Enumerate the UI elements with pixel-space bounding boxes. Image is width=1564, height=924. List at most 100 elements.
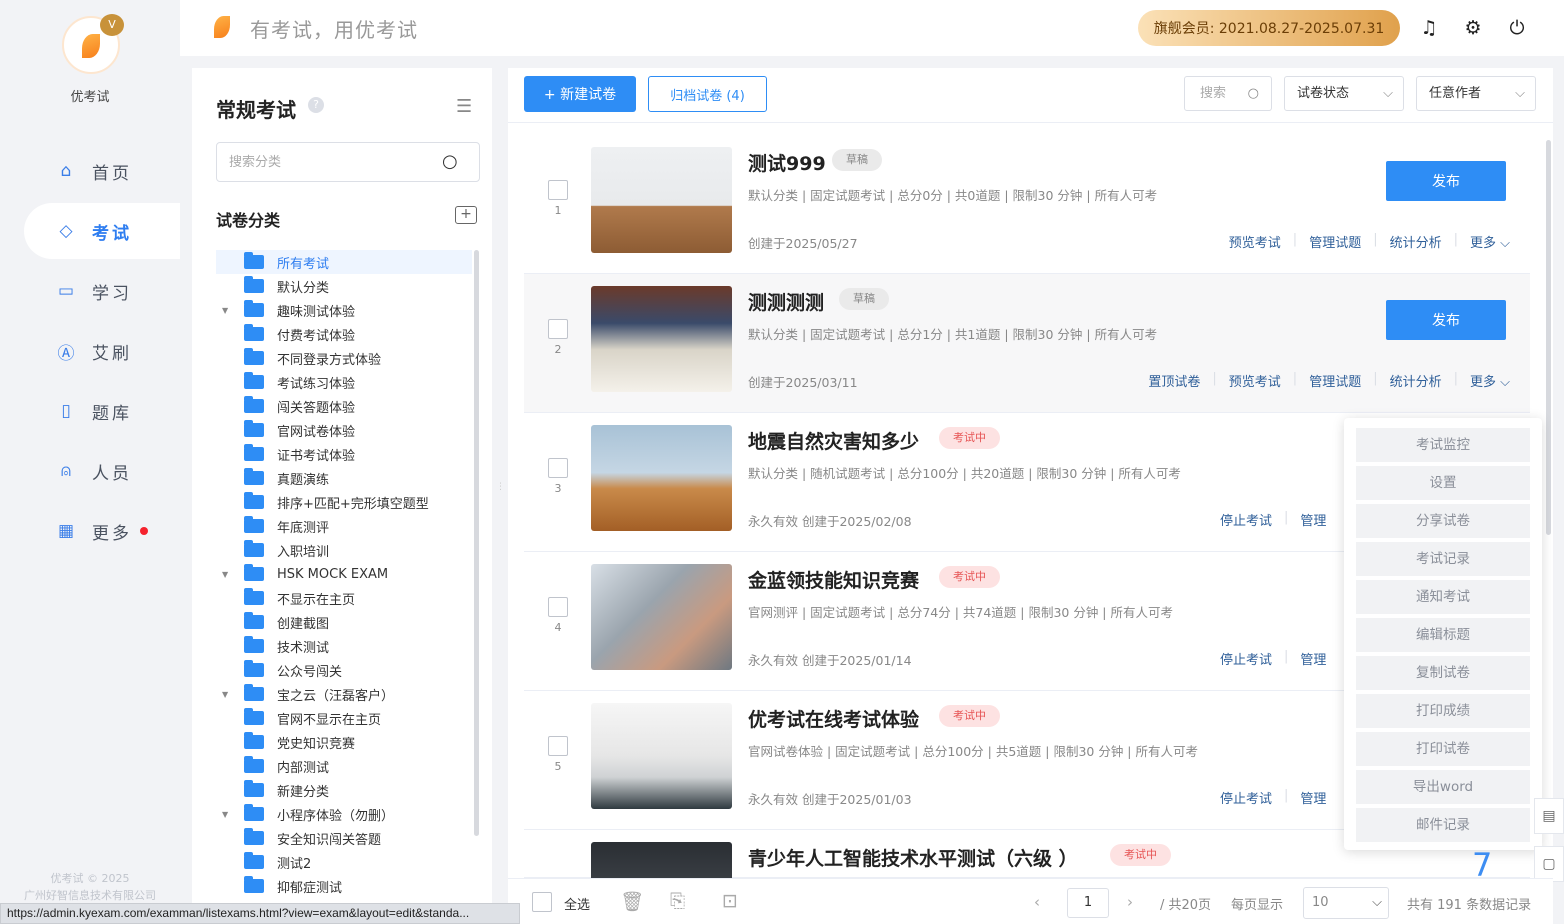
menu-item[interactable]: 打印成绩 xyxy=(1356,694,1530,728)
menu-item[interactable]: 邮件记录 xyxy=(1356,808,1530,842)
tree-item[interactable]: 默认分类 xyxy=(216,274,472,298)
archive-icon[interactable]: ⊡ xyxy=(722,890,738,912)
chat-icon[interactable]: ▢ xyxy=(1534,846,1564,882)
per-page-select[interactable]: 10 ⌵ xyxy=(1303,887,1389,919)
row-action-link[interactable]: 置顶试卷 xyxy=(1148,371,1200,390)
exam-title[interactable]: 优考试在线考试体验 xyxy=(748,705,919,732)
row-action-link[interactable]: 预览考试 xyxy=(1229,371,1281,390)
tree-item[interactable]: 真题演练 xyxy=(216,466,472,490)
tree-item[interactable]: 不同登录方式体验 xyxy=(216,346,472,370)
tree-item[interactable]: 官网试卷体验 xyxy=(216,418,472,442)
tree-item[interactable]: ▼ 趣味测试体验 xyxy=(216,298,472,322)
exam-title[interactable]: 地震自然灾害知多少 xyxy=(748,427,919,454)
tree-item[interactable]: ▼ HSK MOCK EXAM xyxy=(216,562,472,586)
exam-search-input[interactable]: 搜索 ○ xyxy=(1184,76,1272,111)
tree-item[interactable]: 公众号闯关 xyxy=(216,658,472,682)
trash-icon[interactable]: 🗑 xyxy=(620,890,644,913)
nav-item[interactable]: ▦ 更多 xyxy=(24,503,180,559)
tree-item[interactable]: 证书考试体验 xyxy=(216,442,472,466)
bell-icon[interactable]: ♫ xyxy=(1417,16,1441,40)
expand-arrow-icon[interactable]: ▼ xyxy=(222,690,232,699)
row-checkbox[interactable] xyxy=(548,319,568,339)
menu-item[interactable]: 打印试卷 xyxy=(1356,732,1530,766)
row-action-link[interactable]: 管理 xyxy=(1300,788,1326,807)
tree-item[interactable]: 安全知识闯关答题 xyxy=(216,826,472,850)
nav-item[interactable]: ⍝ 人员 xyxy=(24,443,180,499)
tree-item[interactable]: 付费考试体验 xyxy=(216,322,472,346)
row-checkbox[interactable] xyxy=(548,597,568,617)
tree-item[interactable]: 技术测试 xyxy=(216,634,472,658)
category-search-input[interactable] xyxy=(216,142,480,182)
prev-page-icon[interactable]: ‹ xyxy=(1034,893,1040,911)
exam-thumbnail[interactable] xyxy=(591,564,732,670)
menu-item[interactable]: 编辑标题 xyxy=(1356,618,1530,652)
menu-item[interactable]: 通知考试 xyxy=(1356,580,1530,614)
tree-item[interactable]: 新建分类 xyxy=(216,778,472,802)
move-folder-icon[interactable]: ⎘ xyxy=(670,890,685,912)
exam-title[interactable]: 测测测测 xyxy=(748,288,824,315)
tree-item[interactable]: 所有考试 xyxy=(216,250,472,274)
exam-thumbnail[interactable] xyxy=(591,703,732,809)
select-all-label[interactable]: 全选 xyxy=(564,894,590,913)
select-all-checkbox[interactable] xyxy=(532,892,552,912)
tree-scrollbar[interactable] xyxy=(474,250,479,836)
doc-icon[interactable]: ▤ xyxy=(1534,798,1564,834)
gear-icon[interactable]: ⚙ xyxy=(1461,16,1485,40)
exam-title[interactable]: 金蓝领技能知识竞赛 xyxy=(748,566,919,593)
row-action-link[interactable]: 停止考试 xyxy=(1220,649,1272,668)
row-action-link[interactable]: 统计分析 xyxy=(1390,232,1442,251)
row-checkbox[interactable] xyxy=(548,458,568,478)
tree-item[interactable]: 党史知识竞赛 xyxy=(216,730,472,754)
exam-thumbnail[interactable] xyxy=(591,286,732,392)
next-page-icon[interactable]: › xyxy=(1127,893,1133,911)
menu-item[interactable]: 设置 xyxy=(1356,466,1530,500)
page-input[interactable]: 1 xyxy=(1067,888,1109,918)
tree-item[interactable]: 测试2 xyxy=(216,850,472,874)
exam-title[interactable]: 测试999 xyxy=(748,149,826,176)
tree-item[interactable]: ▼ 小程序体验（勿删） xyxy=(216,802,472,826)
list-scrollbar[interactable] xyxy=(1546,140,1551,535)
tree-item[interactable]: ▼ 宝之云（汪磊客户） xyxy=(216,682,472,706)
row-action-link[interactable]: 停止考试 xyxy=(1220,788,1272,807)
row-action-link[interactable]: 统计分析 xyxy=(1390,371,1442,390)
row-action-link[interactable]: 停止考试 xyxy=(1220,510,1272,529)
collapse-menu-icon[interactable]: ☰ xyxy=(456,96,472,117)
new-exam-button[interactable]: + 新建试卷 xyxy=(524,76,636,112)
author-select[interactable]: 任意作者 ⌵ xyxy=(1416,76,1536,111)
row-action-link[interactable]: 管理试题 xyxy=(1309,371,1361,390)
row-action-link[interactable]: 更多 ⌵ xyxy=(1470,232,1510,251)
expand-arrow-icon[interactable]: ▼ xyxy=(222,810,232,819)
tree-item[interactable]: 闯关答题体验 xyxy=(216,394,472,418)
row-action-link[interactable]: 管理 xyxy=(1300,510,1326,529)
menu-item[interactable]: 复制试卷 xyxy=(1356,656,1530,690)
row-action-link[interactable]: 管理试题 xyxy=(1309,232,1361,251)
tree-item[interactable]: 考试练习体验 xyxy=(216,370,472,394)
nav-item[interactable]: ⌂ 首页 xyxy=(24,143,180,199)
menu-item[interactable]: 分享试卷 xyxy=(1356,504,1530,538)
nav-item[interactable]: Ⓐ 艾刷 xyxy=(24,323,180,379)
add-folder-icon[interactable]: + xyxy=(455,206,477,224)
status-select[interactable]: 试卷状态 ⌵ xyxy=(1284,76,1404,111)
row-checkbox[interactable] xyxy=(548,736,568,756)
row-action-link[interactable]: 预览考试 xyxy=(1229,232,1281,251)
tree-item[interactable]: 抑郁症测试 xyxy=(216,874,472,898)
tree-item[interactable]: 排序+匹配+完形填空题型 xyxy=(216,490,472,514)
exam-title[interactable]: 青少年人工智能技术水平测试（六级 ） xyxy=(748,844,1078,871)
nav-item[interactable]: ▭ 学习 xyxy=(24,263,180,319)
menu-item[interactable]: 考试监控 xyxy=(1356,428,1530,462)
tree-item[interactable]: 内部测试 xyxy=(216,754,472,778)
tree-item[interactable]: 入职培训 xyxy=(216,538,472,562)
help-icon[interactable]: ? xyxy=(308,97,324,113)
row-action-link[interactable]: 管理 xyxy=(1300,649,1326,668)
tree-item[interactable]: 年底测评 xyxy=(216,514,472,538)
nav-item[interactable]: ◇ 考试 xyxy=(24,203,180,259)
publish-button[interactable]: 发布 xyxy=(1386,161,1506,201)
nav-item[interactable]: ▯ 题库 xyxy=(24,383,180,439)
row-checkbox[interactable] xyxy=(548,180,568,200)
archived-exams-button[interactable]: 归档试卷 (4) xyxy=(648,76,767,112)
membership-badge[interactable]: 旗舰会员: 2021.08.27-2025.07.31 xyxy=(1138,10,1400,46)
panel-splitter-handle[interactable]: ⋮ xyxy=(496,482,505,510)
publish-button[interactable]: 发布 xyxy=(1386,300,1506,340)
exam-thumbnail[interactable] xyxy=(591,425,732,531)
search-icon[interactable]: ○ xyxy=(442,151,458,172)
